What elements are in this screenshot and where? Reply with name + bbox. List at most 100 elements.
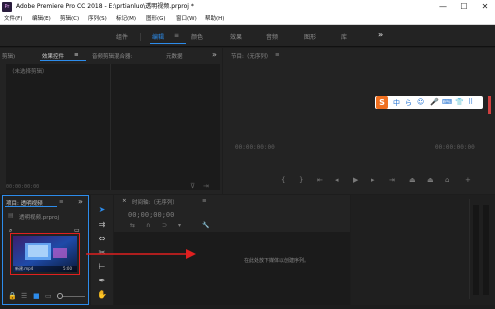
- drop-media-hint: 在此处放下媒体以创建序列。: [244, 258, 310, 264]
- linked-selection-icon[interactable]: ⊃: [162, 222, 167, 229]
- project-panel: 项目: 透明视频 ≡ » ▤ 透明视频.prproj ⌕ ▭ 新建.mp4 5:…: [2, 195, 89, 305]
- menu-clip[interactable]: 剪辑(C): [60, 15, 79, 24]
- workspace-tab-libraries[interactable]: 库: [341, 32, 347, 41]
- no-clip-selected-text: （未选择剪辑）: [9, 69, 48, 75]
- ime-chinese-mode-icon[interactable]: 中: [393, 98, 400, 108]
- go-to-out-icon[interactable]: ⇥: [389, 176, 395, 184]
- insert-nest-icon[interactable]: ⇆: [130, 222, 135, 229]
- list-view-icon[interactable]: ☰: [21, 292, 27, 300]
- workspace-tab-assembly[interactable]: 组件: [116, 32, 128, 41]
- pen-tool-icon[interactable]: ✒: [95, 275, 109, 287]
- filter-icon[interactable]: ⊽: [190, 182, 195, 190]
- timeline-close-button[interactable]: ×: [122, 198, 127, 204]
- wrench-icon[interactable]: 🔧: [202, 222, 209, 229]
- lift-icon[interactable]: ⏏: [409, 176, 416, 184]
- premiere-app-icon: Pr: [2, 2, 12, 12]
- tab-source[interactable]: 剪辑): [2, 52, 15, 60]
- add-marker-icon[interactable]: ▾: [178, 222, 181, 229]
- menu-edit[interactable]: 编辑(E): [32, 15, 51, 24]
- project-tab-underline: [5, 206, 57, 207]
- slip-tool-icon[interactable]: ⊢: [95, 261, 109, 273]
- button-editor-icon[interactable]: +: [465, 176, 471, 184]
- workspace-tab-editing[interactable]: 编辑: [152, 32, 164, 41]
- effect-controls-body: （未选择剪辑）: [6, 64, 220, 190]
- step-back-icon[interactable]: ◂: [335, 176, 339, 184]
- workspace-tab-audio[interactable]: 音频: [266, 32, 278, 41]
- ime-voice-icon[interactable]: 🎤: [430, 98, 439, 106]
- workspace-menu-icon[interactable]: ≡: [174, 32, 179, 39]
- project-overflow-button[interactable]: »: [78, 197, 83, 206]
- timeline-title[interactable]: 时间轴:（无序列）: [132, 198, 178, 206]
- ime-skin-icon[interactable]: 👕: [455, 98, 464, 106]
- zoom-slider-handle[interactable]: [57, 293, 63, 299]
- snap-icon[interactable]: ∩: [146, 222, 150, 229]
- lock-icon[interactable]: 🔒: [8, 292, 17, 300]
- tab-metadata[interactable]: 元数据: [166, 52, 183, 60]
- title-bar: Pr Adobe Premiere Pro CC 2018 - E:\prtia…: [0, 0, 495, 14]
- ime-punctuation-icon[interactable]: ら: [405, 98, 412, 108]
- freeform-view-icon[interactable]: ▭: [45, 292, 52, 300]
- workspace-tab-color[interactable]: 颜色: [191, 32, 203, 41]
- play-icon[interactable]: ▶: [353, 176, 358, 184]
- ime-toolbox-icon[interactable]: ⠿: [468, 98, 473, 106]
- effect-controls-panel: 剪辑) 效果控件 ≡ 音频剪辑混合器: 元数据 » （未选择剪辑） 00:00:…: [0, 48, 222, 194]
- program-timecode-current[interactable]: 00:00:00:00: [235, 144, 275, 151]
- export-icon[interactable]: ⇥: [203, 182, 209, 190]
- menu-marker[interactable]: 标记(M): [116, 15, 136, 24]
- go-to-in-icon[interactable]: ⇤: [317, 176, 323, 184]
- timeline-drop-area[interactable]: 在此处放下媒体以创建序列。: [114, 232, 350, 305]
- ime-emoji-icon[interactable]: ☺: [417, 98, 424, 106]
- program-timecode-duration: 00:00:00:00: [435, 144, 475, 151]
- extract-icon[interactable]: ⏏: [427, 176, 434, 184]
- ime-logo-icon[interactable]: S: [376, 96, 388, 109]
- export-frame-icon[interactable]: ⌂: [445, 176, 449, 184]
- ime-keyboard-icon[interactable]: ⌨: [442, 98, 452, 106]
- clip-thumbnail[interactable]: 新建.mp4 5:00: [13, 236, 77, 272]
- project-file-icon: ▤: [8, 212, 14, 219]
- menu-window[interactable]: 窗口(W): [176, 15, 197, 24]
- step-forward-icon[interactable]: ▸: [371, 176, 375, 184]
- selection-tool-icon[interactable]: ➤: [95, 204, 109, 216]
- mark-out-icon[interactable]: }: [299, 176, 303, 184]
- icon-view-icon[interactable]: ■: [33, 292, 40, 300]
- menu-file[interactable]: 文件(F): [4, 15, 22, 24]
- menu-graphics[interactable]: 图形(G): [146, 15, 166, 24]
- track-select-tool-icon[interactable]: ⇉: [95, 219, 109, 231]
- audio-meters-panel: [351, 195, 495, 305]
- timeline-menu-icon[interactable]: ≡: [202, 198, 207, 204]
- timeline-timecode[interactable]: 00;00;00;00: [128, 211, 174, 219]
- close-window-button[interactable]: ✕: [475, 0, 495, 14]
- project-file-name: 透明视频.prproj: [19, 215, 60, 221]
- clip-name: 新建.mp4: [15, 266, 34, 271]
- minimize-button[interactable]: —: [433, 0, 453, 14]
- program-menu-icon[interactable]: ≡: [275, 52, 280, 58]
- menu-bar: 文件(F) 编辑(E) 剪辑(C) 序列(S) 标记(M) 图形(G) 窗口(W…: [0, 14, 495, 25]
- ime-toolbar[interactable]: S 中 ら ☺ 🎤 ⌨ 👕 ⠿: [375, 96, 483, 109]
- hand-tool-icon[interactable]: ✋: [95, 289, 109, 301]
- window-title: Adobe Premiere Pro CC 2018 - E:\prtianlu…: [16, 3, 194, 10]
- mark-in-icon[interactable]: {: [281, 176, 285, 184]
- project-menu-icon[interactable]: ≡: [59, 199, 64, 205]
- ripple-edit-tool-icon[interactable]: ⇔: [95, 233, 109, 245]
- workspace-tab-effects[interactable]: 效果: [230, 32, 242, 41]
- workspace-overflow-button[interactable]: »: [378, 30, 383, 39]
- panel-menu-icon[interactable]: ≡: [74, 52, 79, 58]
- active-workspace-indicator: [150, 43, 186, 44]
- clip-duration: 5:00: [63, 266, 72, 271]
- menu-sequence[interactable]: 序列(S): [88, 15, 107, 24]
- program-monitor-panel: 节目:（无序列） ≡ S 中 ら ☺ 🎤 ⌨ 👕 ⠿ 00:00:00:00 0…: [223, 48, 495, 194]
- tab-audio-clip-mixer[interactable]: 音频剪辑混合器:: [92, 52, 132, 60]
- panel-overflow-button[interactable]: »: [212, 50, 217, 59]
- tab-effect-controls[interactable]: 效果控件: [42, 52, 64, 60]
- maximize-button[interactable]: ☐: [454, 0, 474, 14]
- audio-meter-right: [483, 205, 489, 295]
- workspace-divider: [140, 33, 141, 41]
- workspace-tab-graphics[interactable]: 图形: [304, 32, 316, 41]
- workspace-bar: 组件 编辑 ≡ 颜色 效果 音频 图形 库 »: [0, 25, 495, 47]
- audio-meter-left: [473, 205, 479, 295]
- annotation-arrow-head: [186, 249, 196, 259]
- program-monitor-title[interactable]: 节目:（无序列）: [231, 52, 271, 60]
- annotation-arrow: [86, 249, 196, 259]
- meters-divider: [469, 199, 470, 299]
- menu-help[interactable]: 帮助(H): [205, 15, 224, 24]
